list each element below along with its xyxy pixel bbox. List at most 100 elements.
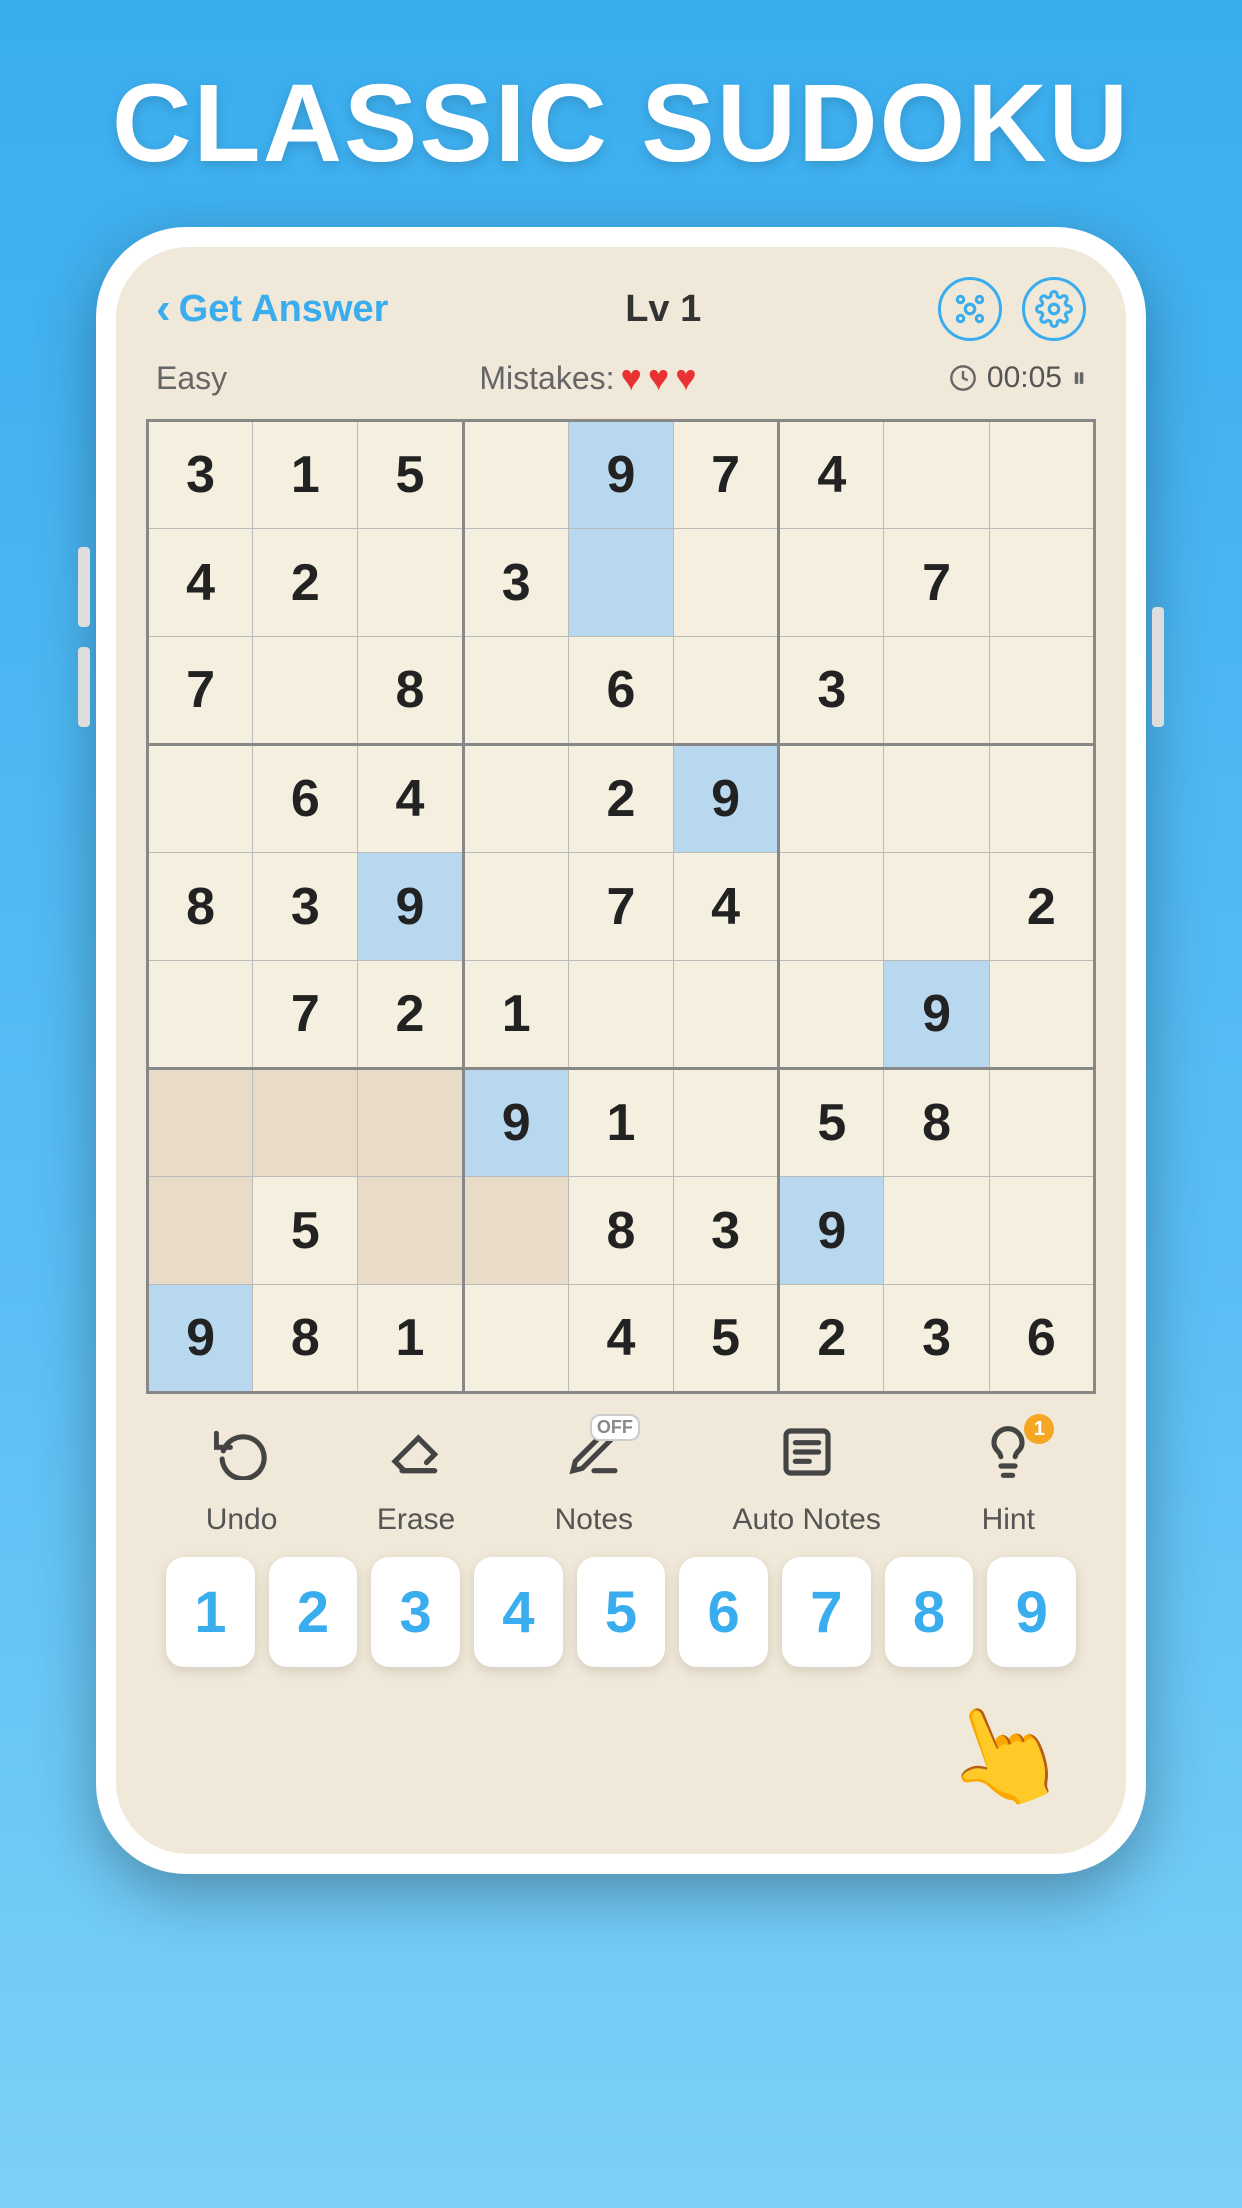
cell-5-5[interactable] — [674, 961, 779, 1069]
cell-4-8[interactable]: 2 — [989, 853, 1094, 961]
back-button[interactable]: ‹ Get Answer — [156, 284, 388, 334]
cell-0-2[interactable]: 5 — [358, 421, 463, 529]
cell-1-3[interactable]: 3 — [463, 529, 568, 637]
cell-2-8[interactable] — [989, 637, 1094, 745]
cell-6-7[interactable]: 8 — [884, 1069, 989, 1177]
cell-1-4[interactable] — [568, 529, 673, 637]
cell-8-4[interactable]: 4 — [568, 1285, 673, 1393]
cell-3-6[interactable] — [779, 745, 884, 853]
hint-button[interactable]: 1 Hint — [980, 1424, 1036, 1537]
cell-8-7[interactable]: 3 — [884, 1285, 989, 1393]
cell-4-3[interactable] — [463, 853, 568, 961]
cell-3-5[interactable]: 9 — [674, 745, 779, 853]
num-btn-3[interactable]: 3 — [371, 1557, 460, 1667]
cell-8-8[interactable]: 6 — [989, 1285, 1094, 1393]
notes-button[interactable]: OFF Notes — [555, 1424, 633, 1537]
pause-icon[interactable]: ⏸ — [1072, 362, 1086, 395]
cell-6-5[interactable] — [674, 1069, 779, 1177]
cell-6-6[interactable]: 5 — [779, 1069, 884, 1177]
cell-7-7[interactable] — [884, 1177, 989, 1285]
cell-0-6[interactable]: 4 — [779, 421, 884, 529]
cell-8-3[interactable] — [463, 1285, 568, 1393]
cell-6-3[interactable]: 9 — [463, 1069, 568, 1177]
cell-2-7[interactable] — [884, 637, 989, 745]
cell-7-3[interactable] — [463, 1177, 568, 1285]
cell-3-4[interactable]: 2 — [568, 745, 673, 853]
cell-5-0[interactable] — [148, 961, 253, 1069]
cell-2-3[interactable] — [463, 637, 568, 745]
cell-4-4[interactable]: 7 — [568, 853, 673, 961]
cell-2-5[interactable] — [674, 637, 779, 745]
cell-6-2[interactable] — [358, 1069, 463, 1177]
cell-6-8[interactable] — [989, 1069, 1094, 1177]
auto-notes-button[interactable]: Auto Notes — [732, 1424, 880, 1537]
cell-2-2[interactable]: 8 — [358, 637, 463, 745]
cell-5-6[interactable] — [779, 961, 884, 1069]
num-btn-1[interactable]: 1 — [166, 1557, 255, 1667]
cell-5-3[interactable]: 1 — [463, 961, 568, 1069]
cell-4-1[interactable]: 3 — [253, 853, 358, 961]
cell-1-8[interactable] — [989, 529, 1094, 637]
cell-5-8[interactable] — [989, 961, 1094, 1069]
theme-icon[interactable] — [938, 277, 1002, 341]
cell-1-6[interactable] — [779, 529, 884, 637]
num-btn-9[interactable]: 9 — [987, 1557, 1076, 1667]
cell-8-6[interactable]: 2 — [779, 1285, 884, 1393]
num-btn-2[interactable]: 2 — [269, 1557, 358, 1667]
cell-4-2[interactable]: 9 — [358, 853, 463, 961]
cell-5-1[interactable]: 7 — [253, 961, 358, 1069]
num-btn-7[interactable]: 7 — [782, 1557, 871, 1667]
cell-1-2[interactable] — [358, 529, 463, 637]
cell-7-2[interactable] — [358, 1177, 463, 1285]
cell-2-4[interactable]: 6 — [568, 637, 673, 745]
cell-3-7[interactable] — [884, 745, 989, 853]
cell-0-0[interactable]: 3 — [148, 421, 253, 529]
cell-0-3[interactable] — [463, 421, 568, 529]
cell-7-1[interactable]: 5 — [253, 1177, 358, 1285]
cell-4-5[interactable]: 4 — [674, 853, 779, 961]
num-btn-6[interactable]: 6 — [679, 1557, 768, 1667]
cell-5-4[interactable] — [568, 961, 673, 1069]
cell-3-0[interactable] — [148, 745, 253, 853]
cell-8-2[interactable]: 1 — [358, 1285, 463, 1393]
cell-4-7[interactable] — [884, 853, 989, 961]
cell-3-8[interactable] — [989, 745, 1094, 853]
cell-6-4[interactable]: 1 — [568, 1069, 673, 1177]
cell-6-0[interactable] — [148, 1069, 253, 1177]
cell-1-7[interactable]: 7 — [884, 529, 989, 637]
cell-0-8[interactable] — [989, 421, 1094, 529]
cell-1-1[interactable]: 2 — [253, 529, 358, 637]
cell-7-4[interactable]: 8 — [568, 1177, 673, 1285]
cell-2-0[interactable]: 7 — [148, 637, 253, 745]
cell-0-1[interactable]: 1 — [253, 421, 358, 529]
cell-3-2[interactable]: 4 — [358, 745, 463, 853]
num-btn-5[interactable]: 5 — [577, 1557, 666, 1667]
cell-3-1[interactable]: 6 — [253, 745, 358, 853]
cell-4-0[interactable]: 8 — [148, 853, 253, 961]
cell-8-0[interactable]: 9 — [148, 1285, 253, 1393]
cell-6-1[interactable] — [253, 1069, 358, 1177]
cell-3-3[interactable] — [463, 745, 568, 853]
cell-1-5[interactable] — [674, 529, 779, 637]
cell-8-1[interactable]: 8 — [253, 1285, 358, 1393]
undo-button[interactable]: Undo — [206, 1424, 278, 1537]
cell-7-8[interactable] — [989, 1177, 1094, 1285]
erase-button[interactable]: Erase — [377, 1424, 455, 1537]
cell-5-7[interactable]: 9 — [884, 961, 989, 1069]
cell-5-2[interactable]: 2 — [358, 961, 463, 1069]
cell-0-4[interactable]: 9 — [568, 421, 673, 529]
cell-0-5[interactable]: 7 — [674, 421, 779, 529]
cell-7-6[interactable]: 9 — [779, 1177, 884, 1285]
num-btn-8[interactable]: 8 — [885, 1557, 974, 1667]
cell-1-0[interactable]: 4 — [148, 529, 253, 637]
sudoku-grid[interactable]: 3159744237786364298397427219915858399814… — [146, 419, 1096, 1394]
settings-icon[interactable] — [1022, 277, 1086, 341]
cell-4-6[interactable] — [779, 853, 884, 961]
cell-8-5[interactable]: 5 — [674, 1285, 779, 1393]
cell-7-5[interactable]: 3 — [674, 1177, 779, 1285]
cell-2-6[interactable]: 3 — [779, 637, 884, 745]
num-btn-4[interactable]: 4 — [474, 1557, 563, 1667]
cell-7-0[interactable] — [148, 1177, 253, 1285]
cell-0-7[interactable] — [884, 421, 989, 529]
cell-2-1[interactable] — [253, 637, 358, 745]
